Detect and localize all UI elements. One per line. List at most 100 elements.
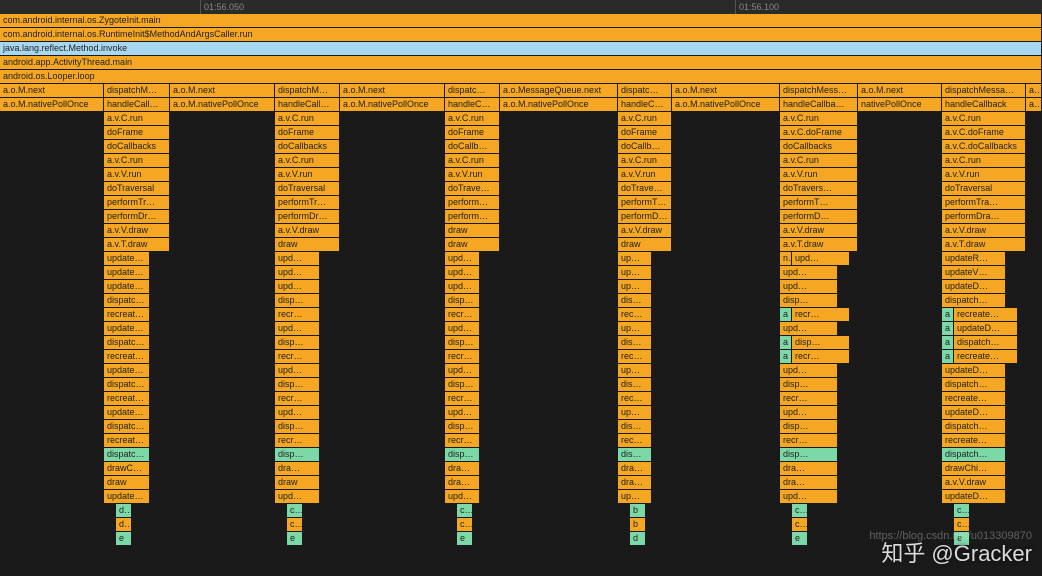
stack-frame[interactable]: b [630,504,646,517]
stack-frame[interactable]: a.v.C.run [275,154,340,167]
stack-frame[interactable]: a.v.V.draw [942,224,1026,237]
stack-frame[interactable]: rec… [618,350,652,363]
stack-frame[interactable]: up… [618,252,652,265]
stack-frame[interactable]: doTravers… [780,182,858,195]
stack-frame[interactable]: recreat… [104,434,150,447]
stack-frame[interactable]: a.v.T.draw [104,238,170,251]
stack-frame[interactable]: a.v.C.doCallbacks [942,140,1026,153]
stack-frame[interactable]: performTr… [275,196,340,209]
stack-frame[interactable]: disp… [780,294,838,307]
stack-frame[interactable]: disp… [275,336,320,349]
stack-frame[interactable]: a.v.C.run [942,154,1026,167]
stack-frame[interactable]: a.v.C.run [445,112,500,125]
stack-frame[interactable]: recr… [780,392,838,405]
stack-frame[interactable]: e [457,532,473,545]
stack-frame[interactable]: handleC… [445,98,500,111]
stack-frame[interactable]: recr… [792,308,850,321]
stack-frame[interactable]: upd… [445,280,480,293]
stack-frame[interactable]: up… [618,280,652,293]
stack-frame[interactable]: recreate… [942,392,1006,405]
stack-frame[interactable]: handleCallba… [780,98,858,111]
stack-frame[interactable]: nS… [780,252,792,265]
stack-frame[interactable]: a.o… [1026,84,1042,97]
stack-frame[interactable]: recr… [275,434,320,447]
stack-frame[interactable]: doFrame [275,126,340,139]
stack-frame[interactable]: doTraversal [104,182,170,195]
stack-frame[interactable]: recr… [275,350,320,363]
stack-frame[interactable]: updateD… [942,364,1006,377]
stack-frame[interactable]: a.v.V.run [618,168,672,181]
stack-frame[interactable]: a.o.M.nativePollOnce [672,98,780,111]
stack-frame[interactable]: performTr… [104,196,170,209]
stack-frame[interactable]: java.lang.reflect.Method.invoke [0,42,1042,55]
stack-frame[interactable]: doCallb… [618,140,672,153]
stack-frame[interactable]: upd… [445,252,480,265]
stack-frame[interactable]: a [780,308,792,321]
stack-frame[interactable]: a.v.V.run [104,168,170,181]
stack-frame[interactable]: dispatch… [942,420,1006,433]
stack-frame[interactable]: handleC… [618,98,672,111]
stack-frame[interactable]: a.o.M.nativePollOnce [0,98,104,111]
stack-frame[interactable]: update… [104,406,150,419]
stack-frame[interactable]: a.o.M.nativePollOnce [340,98,445,111]
stack-frame[interactable]: a.v.V.run [780,168,858,181]
stack-frame[interactable]: a.v.C.run [275,112,340,125]
stack-frame[interactable]: c… [792,518,808,531]
stack-frame[interactable]: com.android.internal.os.ZygoteInit.main [0,14,1042,27]
stack-frame[interactable]: a [942,350,954,363]
stack-frame[interactable]: performDr… [104,210,170,223]
stack-frame[interactable]: upd… [792,252,850,265]
stack-frame[interactable]: disp… [445,420,480,433]
stack-frame[interactable]: disp… [275,448,320,461]
stack-frame[interactable]: disp… [445,378,480,391]
stack-frame[interactable]: doCallbacks [104,140,170,153]
stack-frame[interactable]: dispatchMessa… [942,84,1026,97]
stack-frame[interactable]: c… [287,518,303,531]
stack-frame[interactable]: update… [104,252,150,265]
stack-frame[interactable]: disp… [445,336,480,349]
stack-frame[interactable]: a.o.M.nativePollOnce [170,98,275,111]
stack-frame[interactable]: upd… [275,364,320,377]
stack-frame[interactable]: doCallbacks [275,140,340,153]
stack-frame[interactable]: performT… [780,196,858,209]
stack-frame[interactable]: disp… [275,294,320,307]
stack-frame[interactable]: performDr… [275,210,340,223]
stack-frame[interactable]: a.o.MessageQueue.next [500,84,618,97]
stack-frame[interactable]: disp… [780,448,838,461]
stack-frame[interactable]: a.v.C.run [942,112,1026,125]
stack-frame[interactable]: android.app.ActivityThread.main [0,56,1042,69]
stack-frame[interactable]: upd… [275,490,320,503]
stack-frame[interactable]: handleCall… [104,98,170,111]
stack-frame[interactable]: a [780,336,792,349]
stack-frame[interactable]: a.v.C.run [104,112,170,125]
stack-frame[interactable]: dispatch… [954,336,1018,349]
stack-frame[interactable]: upd… [780,266,838,279]
stack-frame[interactable]: a [942,322,954,335]
stack-frame[interactable]: recr… [445,350,480,363]
stack-frame[interactable]: recr… [780,434,838,447]
stack-frame[interactable]: a.o.M.nativePollOnce [500,98,618,111]
stack-frame[interactable]: doTrave… [445,182,500,195]
stack-frame[interactable]: c… [954,504,970,517]
stack-frame[interactable]: recr… [445,308,480,321]
stack-frame[interactable]: dispatc… [104,294,150,307]
stack-frame[interactable]: a.v.C.run [618,112,672,125]
stack-frame[interactable]: a.v.C.run [104,154,170,167]
stack-frame[interactable]: rec… [618,434,652,447]
stack-frame[interactable]: up… [618,364,652,377]
stack-frame[interactable]: a.v.V.run [275,168,340,181]
stack-frame[interactable]: upd… [275,266,320,279]
stack-frame[interactable]: recr… [445,392,480,405]
stack-frame[interactable]: dispatch… [942,448,1006,461]
stack-frame[interactable]: a.v.T.draw [780,238,858,251]
stack-frame[interactable]: updateV… [942,266,1006,279]
stack-frame[interactable]: c… [457,504,473,517]
stack-frame[interactable]: dispatch… [942,378,1006,391]
stack-frame[interactable]: a.v.V.draw [104,224,170,237]
stack-frame[interactable]: dispatc… [104,378,150,391]
stack-frame[interactable]: a.v.C.run [780,112,858,125]
stack-frame[interactable]: recreate… [954,308,1018,321]
stack-frame[interactable]: rec… [618,392,652,405]
flame-graph[interactable]: com.android.internal.os.ZygoteInit.main c… [0,14,1042,546]
stack-frame[interactable]: upd… [445,322,480,335]
